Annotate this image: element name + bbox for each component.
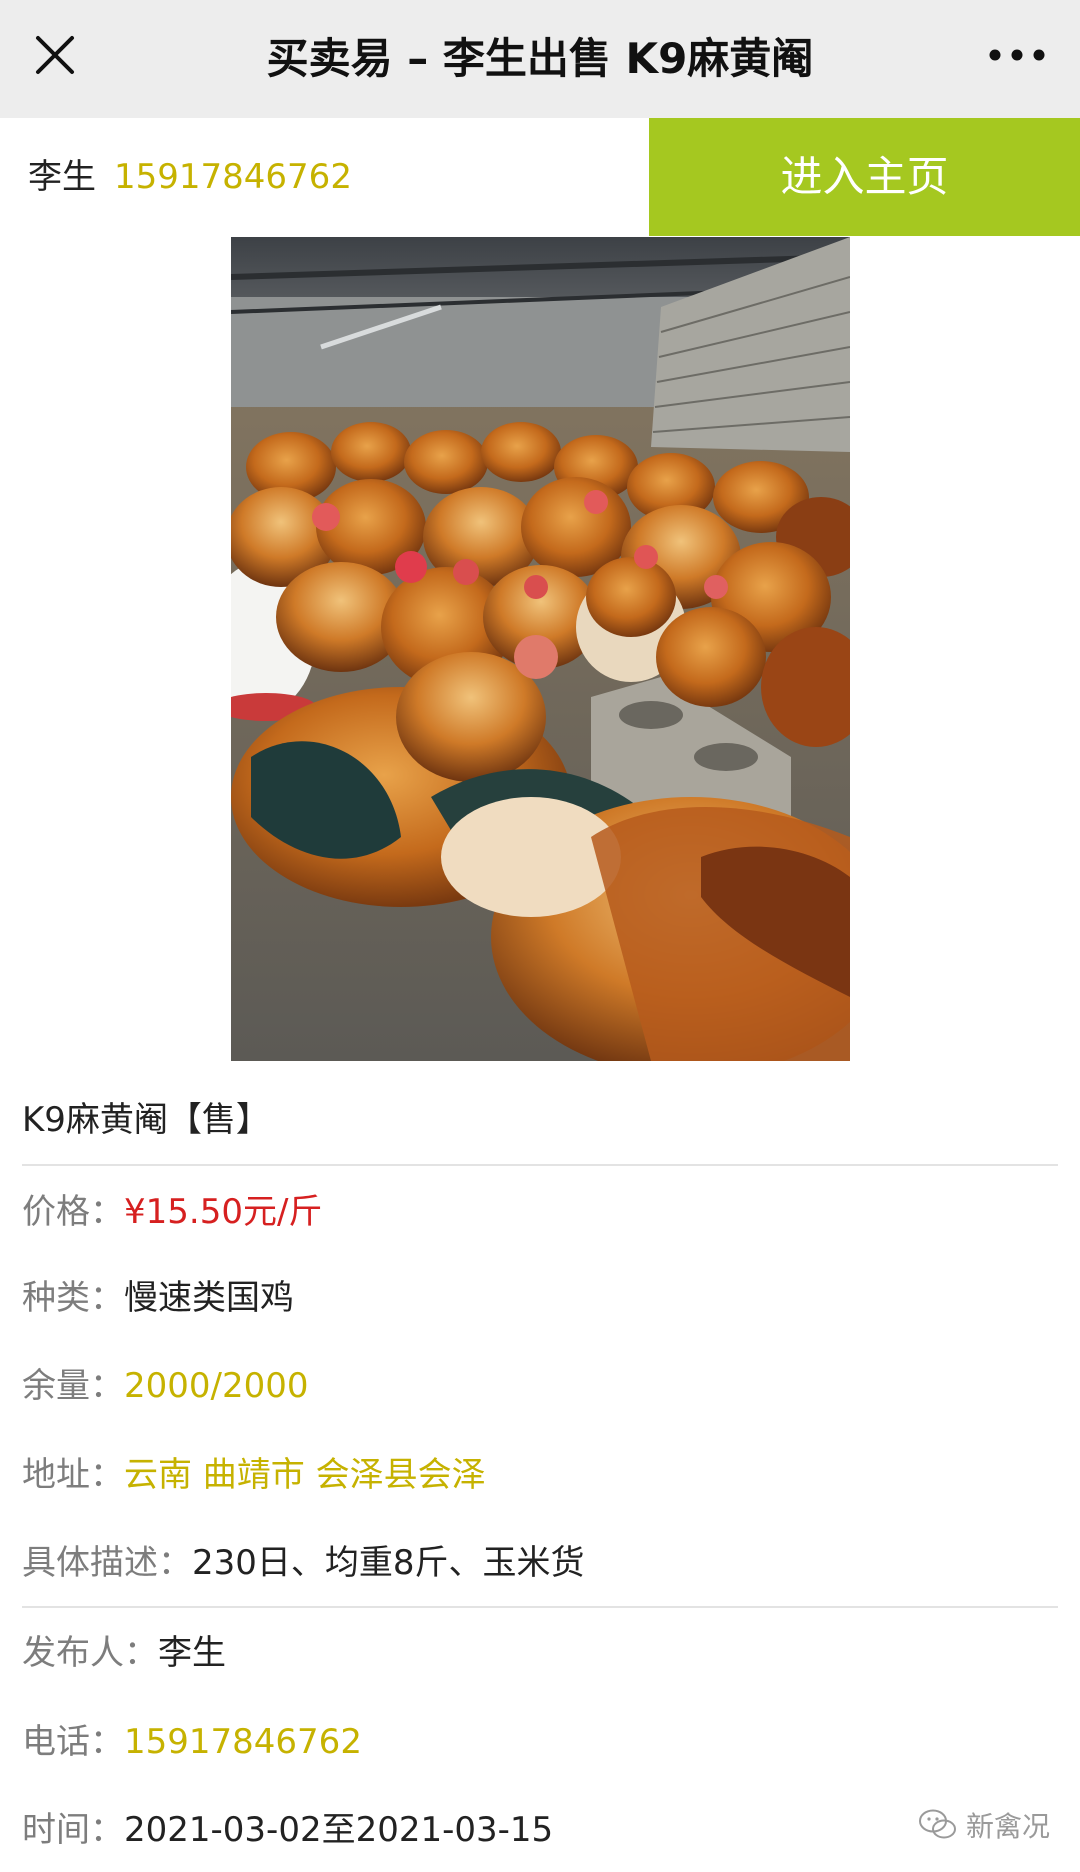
product-title: K9麻黄阉【售】 [22, 1100, 270, 1140]
phone-label: 电话： [22, 1722, 124, 1762]
seller-name: 李生 [28, 157, 96, 197]
price-label: 价格： [22, 1192, 124, 1232]
product-photo[interactable] [231, 237, 850, 1061]
category-label: 种类： [22, 1278, 124, 1318]
divider [22, 1164, 1058, 1166]
description-row: 具体描述：230日、均重8斤、玉米货 [22, 1533, 585, 1593]
phone-value-link[interactable]: 15917846762 [124, 1722, 362, 1762]
navbar: 买卖易 – 李生出售 K9麻黄阉 [0, 0, 1080, 118]
time-value: 2021-03-02至2021-03-15 [124, 1810, 554, 1850]
stock-label: 余量： [22, 1366, 124, 1406]
time-label: 时间： [22, 1810, 124, 1850]
divider [22, 1606, 1058, 1608]
description-label: 具体描述： [22, 1543, 192, 1583]
seller-info: 李生 15917846762 [28, 118, 352, 236]
publisher-label: 发布人： [22, 1633, 158, 1673]
price-row: 价格：¥15.50元/斤 [22, 1182, 322, 1242]
category-value: 慢速类国鸡 [124, 1278, 294, 1318]
watermark: 新禽况 [918, 1800, 1050, 1850]
enter-homepage-button[interactable]: 进入主页 [649, 118, 1080, 236]
publisher-value: 李生 [158, 1633, 226, 1673]
time-row: 时间：2021-03-02至2021-03-15 [22, 1800, 553, 1860]
watermark-text: 新禽况 [965, 1810, 1050, 1843]
wechat-icon [918, 1809, 956, 1839]
seller-phone-link[interactable]: 15917846762 [114, 157, 352, 197]
publisher-row: 发布人：李生 [22, 1623, 226, 1683]
phone-row: 电话：15917846762 [22, 1712, 362, 1772]
category-row: 种类：慢速类国鸡 [22, 1268, 294, 1328]
address-value[interactable]: 云南 曲靖市 会泽县会泽 [124, 1455, 486, 1495]
seller-bar: 李生 15917846762 进入主页 [0, 118, 1080, 236]
stock-value: 2000/2000 [124, 1366, 309, 1406]
more-dots-icon[interactable] [982, 28, 1052, 82]
close-icon[interactable] [28, 28, 82, 82]
address-label: 地址： [22, 1455, 124, 1495]
stock-row: 余量：2000/2000 [22, 1356, 309, 1416]
page-title: 买卖易 – 李生出售 K9麻黄阉 [266, 34, 814, 83]
description-value: 230日、均重8斤、玉米货 [192, 1543, 585, 1583]
address-row: 地址：云南 曲靖市 会泽县会泽 [22, 1445, 486, 1505]
price-value: ¥15.50元/斤 [124, 1192, 323, 1232]
